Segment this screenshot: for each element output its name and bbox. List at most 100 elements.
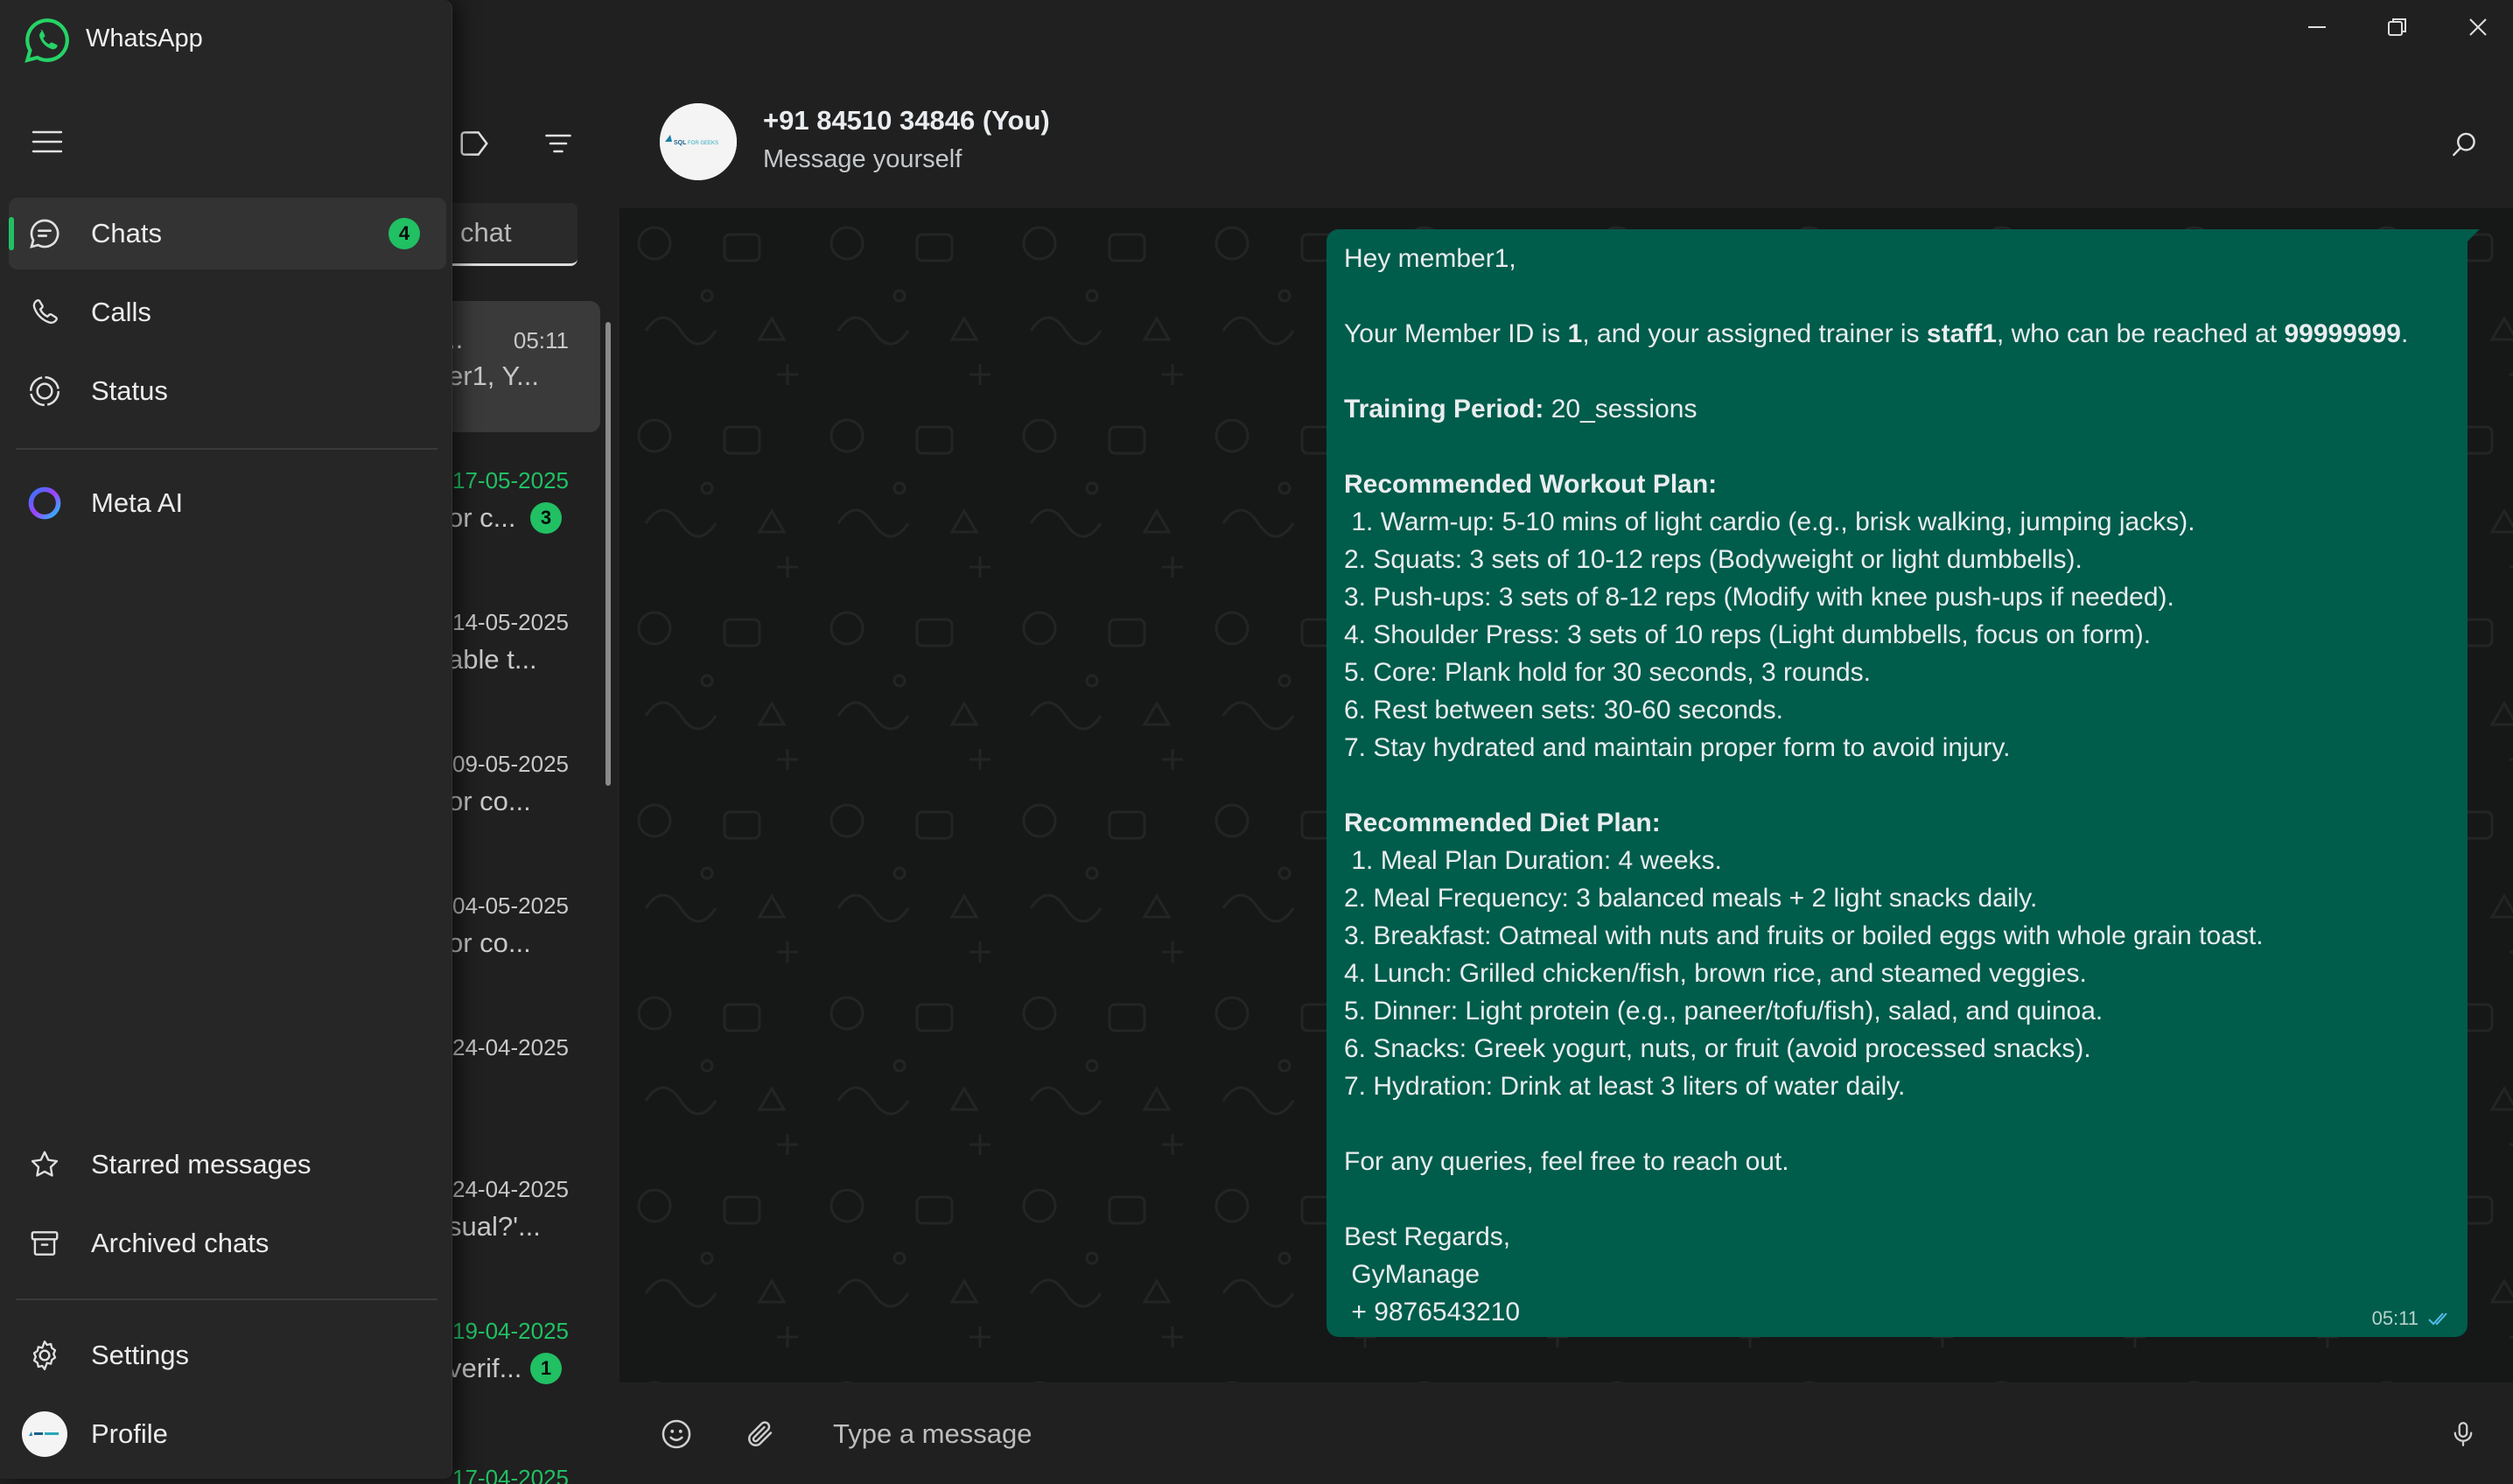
gear-icon [32, 1340, 57, 1370]
chat-preview: able t... [448, 644, 537, 675]
status-icon [29, 375, 60, 407]
message-input[interactable]: Type a message [833, 1412, 2364, 1456]
chat-time: 05:11 [513, 327, 569, 354]
chat-preview: er1, Y... [448, 360, 539, 391]
nav-item-archived-chats[interactable]: Archived chats [9, 1208, 446, 1279]
chat-preview: sual?'... [448, 1211, 541, 1242]
chat-time: 04-05-2025 [452, 892, 569, 919]
diet-title: Recommended Diet Plan: [1344, 808, 1661, 837]
nav-label: Settings [91, 1340, 190, 1370]
paperclip-icon [748, 1421, 773, 1446]
hamburger-menu-icon [32, 130, 63, 153]
svg-text:SQL: SQL [674, 140, 687, 146]
nav-item-chats[interactable]: Chats 4 [9, 198, 446, 270]
unread-badge: 3 [530, 502, 562, 534]
label-icon [460, 131, 488, 156]
nav-item-starred-messages[interactable]: Starred messages [9, 1129, 446, 1200]
chat-time: 17-04-2025 [452, 1465, 569, 1484]
attach-button[interactable] [738, 1412, 782, 1456]
message-composer: Type a message [620, 1382, 2513, 1484]
conversation-header: SQL FOR GEEKS +91 84510 34846 (You) Mess… [620, 80, 2513, 208]
filter-button[interactable] [532, 117, 584, 170]
nav-label: Starred messages [91, 1149, 312, 1180]
minimize-button[interactable] [2277, 0, 2357, 54]
sql-for-geeks-logo-icon: SQL FOR GEEKS [660, 103, 737, 180]
contact-subtitle: Message yourself [763, 145, 962, 173]
nav-item-status[interactable]: Status [9, 355, 446, 427]
trainer-phone: 99999999 [2284, 319, 2401, 348]
emoji-icon [662, 1419, 691, 1449]
active-indicator [9, 217, 14, 250]
workout-line: 1. Warm-up: 5-10 mins of light cardio (e… [1344, 508, 2195, 536]
search-placeholder: chat [460, 217, 512, 248]
msg-closing: For any queries, feel free to reach out. [1344, 1147, 1789, 1176]
member-id: 1 [1567, 319, 1583, 348]
sql-for-geeks-logo-icon [29, 1432, 59, 1436]
diet-line: 2. Meal Frequency: 3 balanced meals + 2 … [1344, 884, 2038, 913]
close-icon [2469, 18, 2487, 36]
msg-regards: Best Regards, [1344, 1222, 1511, 1251]
nav-divider [16, 1298, 438, 1300]
nav-label: Status [91, 375, 168, 406]
diet-line: 7. Hydration: Drink at least 3 liters of… [1344, 1072, 1906, 1101]
nav-label: Archived chats [91, 1228, 270, 1258]
star-icon [31, 1151, 59, 1177]
nav-item-settings[interactable]: Settings [9, 1320, 446, 1391]
chat-list-scrollbar[interactable] [606, 322, 611, 786]
double-check-read-icon [2428, 1312, 2447, 1326]
msg-training-period: Training Period: 20_sessions [1344, 395, 1698, 424]
chat-preview: or co... [448, 928, 531, 958]
chat-time: 09-05-2025 [452, 751, 569, 777]
restore-button[interactable] [2357, 0, 2438, 54]
meta-ai-icon [28, 486, 61, 520]
minimize-icon [2308, 26, 2326, 28]
archive-icon [31, 1231, 59, 1256]
message-time: 05:11 [2371, 1307, 2418, 1329]
nav-label: Profile [91, 1418, 168, 1449]
app-title: WhatsApp [86, 24, 203, 52]
voice-message-button[interactable] [2441, 1412, 2485, 1456]
chat-preview: or c... [448, 502, 516, 533]
whatsapp-logo-icon [23, 16, 72, 65]
workout-line: 5. Core: Plank hold for 30 seconds, 3 ro… [1344, 658, 1872, 687]
msg-sign-phone: + 9876543210 [1344, 1298, 1521, 1326]
microphone-icon [2454, 1422, 2473, 1446]
msg-intro: Your Member ID is 1, and your assigned t… [1344, 319, 2409, 348]
nav-divider [16, 448, 438, 450]
nav-label: Chats [91, 218, 162, 248]
emoji-button[interactable] [654, 1412, 698, 1456]
diet-line: 1. Meal Plan Duration: 4 weeks. [1344, 846, 1722, 875]
search-icon [2453, 132, 2475, 157]
trainer-name: staff1 [1926, 319, 1997, 348]
filter-icon [545, 134, 571, 153]
search-in-chat-button[interactable] [2443, 122, 2487, 166]
restore-icon [2388, 18, 2406, 36]
chat-time: 19-04-2025 [452, 1318, 569, 1344]
nav-label: Meta AI [91, 487, 184, 518]
chats-unread-badge: 4 [388, 218, 420, 249]
chat-time: 24-04-2025 [452, 1176, 569, 1202]
msg-greeting: Hey member1, [1344, 244, 1516, 273]
chat-preview: or co... [448, 786, 531, 816]
contact-name[interactable]: +91 84510 34846 (You) [763, 105, 1050, 136]
svg-text:FOR GEEKS: FOR GEEKS [688, 141, 718, 146]
nav-item-meta-ai[interactable]: Meta AI [9, 467, 446, 539]
diet-line: 5. Dinner: Light protein (e.g., paneer/t… [1344, 997, 2104, 1026]
nav-label: Calls [91, 297, 151, 327]
nav-item-calls[interactable]: Calls [9, 276, 446, 348]
diet-line: 4. Lunch: Grilled chicken/fish, brown ri… [1344, 959, 2087, 988]
labels-button[interactable] [448, 117, 500, 170]
nav-item-profile[interactable]: Profile [9, 1398, 446, 1470]
chat-preview: verif... [448, 1353, 522, 1383]
navigation-drawer: WhatsApp Chats 4 Calls Status Meta AI St… [0, 0, 452, 1479]
message-bubble[interactable]: Hey member1, Your Member ID is 1, and yo… [1326, 229, 2468, 1337]
avatar [22, 1411, 67, 1457]
chat-bubble-icon [30, 219, 60, 248]
workout-line: 6. Rest between sets: 30-60 seconds. [1344, 696, 1783, 724]
contact-avatar[interactable]: SQL FOR GEEKS [660, 103, 737, 180]
workout-title: Recommended Workout Plan: [1344, 470, 1718, 499]
menu-button[interactable] [21, 116, 74, 168]
chat-time: 24-04-2025 [452, 1034, 569, 1060]
workout-line: 4. Shoulder Press: 3 sets of 10 reps (Li… [1344, 620, 2152, 649]
close-window-button[interactable] [2438, 0, 2513, 54]
